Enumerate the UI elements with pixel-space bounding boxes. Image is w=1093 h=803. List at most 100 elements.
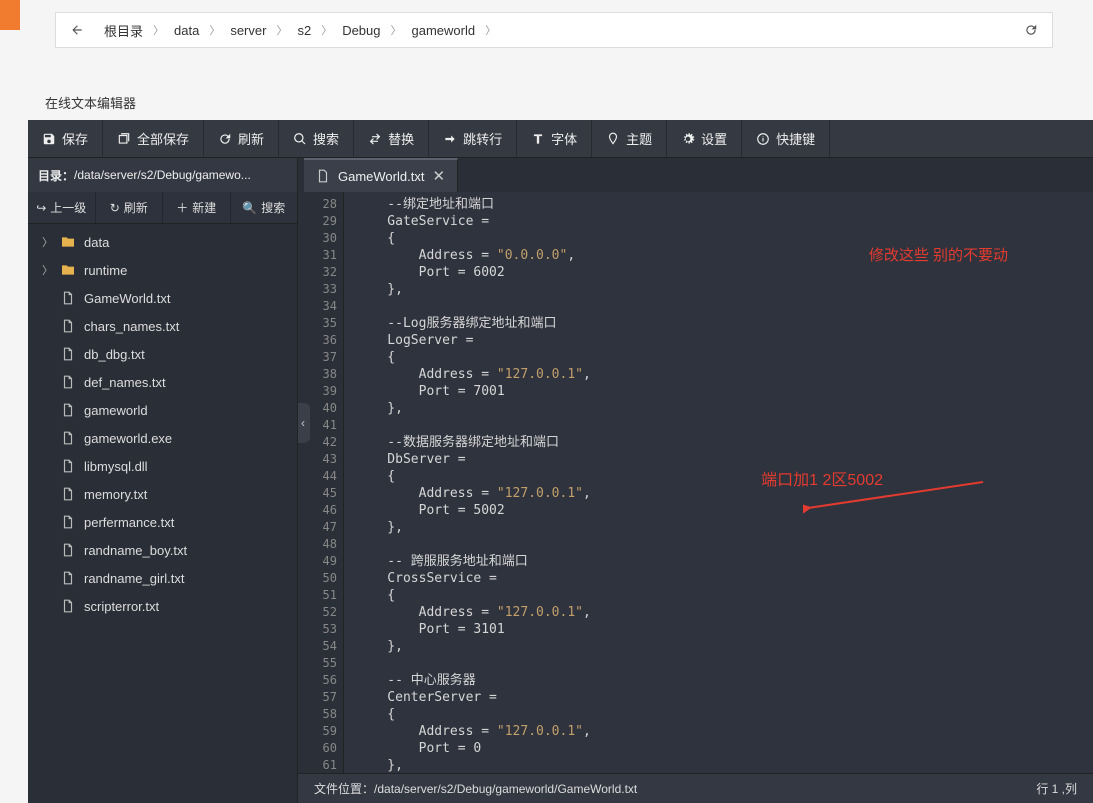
breadcrumb-item[interactable]: 根目录 [98,19,149,42]
tree-file[interactable]: chars_names.txt [28,312,297,340]
font-button[interactable]: 字体 [517,120,592,157]
settings-button[interactable]: 设置 [667,120,742,157]
sidebar-new-button[interactable]: ＋新建 [163,192,231,223]
tree-file[interactable]: gameworld.exe [28,424,297,452]
theme-button[interactable]: 主题 [592,120,667,157]
code-content[interactable]: --绑定地址和端口 GateService = { Address = "0.0… [344,192,1093,773]
tree-folder[interactable]: 〉data [28,228,297,256]
editor-main: GameWorld.txt ✕ ‹ 2829303132333435363738… [298,158,1093,803]
main-toolbar: 保存 全部保存 刷新 搜索 替换 跳转行 字体 主题 [28,120,1093,158]
search-icon: 🔍 [242,201,257,215]
breadcrumb-item[interactable]: s2 [291,21,317,40]
collapse-sidebar-button[interactable]: ‹ [298,403,310,443]
tree-item-label: libmysql.dll [84,459,148,474]
close-icon[interactable]: ✕ [432,167,445,185]
file-icon [60,458,76,474]
file-icon [60,514,76,530]
file-icon [60,570,76,586]
tree-item-label: GameWorld.txt [84,291,170,306]
sidebar-refresh-button[interactable]: ↻刷新 [96,192,164,223]
folder-icon [60,234,76,250]
tab-gameworld[interactable]: GameWorld.txt ✕ [304,158,458,192]
breadcrumb-item[interactable]: data [168,21,205,40]
replace-button[interactable]: 替换 [354,120,429,157]
settings-label: 设置 [701,129,727,148]
tree-item-label: runtime [84,263,127,278]
arrow-left-icon [70,23,84,37]
file-icon [60,486,76,502]
goto-button[interactable]: 跳转行 [429,120,517,157]
save-all-button[interactable]: 全部保存 [103,120,204,157]
chevron-right-icon: 〉 [321,22,332,38]
save-button[interactable]: 保存 [28,120,103,157]
tree-item-label: def_names.txt [84,375,166,390]
replace-label: 替换 [388,129,414,148]
tree-item-label: chars_names.txt [84,319,179,334]
breadcrumb-item[interactable]: gameworld [406,21,482,40]
file-icon [60,542,76,558]
chevron-right-icon: 〉 [42,234,52,250]
code-editor[interactable]: ‹ 28293031323334353637383940414243444546… [298,192,1093,773]
file-icon [60,598,76,614]
tree-item-label: db_dbg.txt [84,347,145,362]
search-button[interactable]: 搜索 [279,120,354,157]
tree-file[interactable]: gameworld [28,396,297,424]
reload-icon [1024,23,1038,37]
font-icon [531,132,545,146]
info-icon [756,132,770,146]
refresh-button[interactable]: 刷新 [204,120,279,157]
editor-title: 在线文本编辑器 [45,93,136,112]
file-icon [60,402,76,418]
save-label: 保存 [62,129,88,148]
file-icon [60,346,76,362]
tree-file[interactable]: def_names.txt [28,368,297,396]
gear-icon [681,132,695,146]
tree-file[interactable]: memory.txt [28,480,297,508]
tree-item-label: randname_girl.txt [84,571,184,586]
chevron-right-icon: 〉 [42,262,52,278]
sidebar-path: 目录：/data/server/s2/Debug/gamewo... [28,158,297,192]
back-button[interactable] [64,18,90,42]
file-icon [60,430,76,446]
file-tree[interactable]: 〉data〉runtimeGameWorld.txtchars_names.tx… [28,224,297,803]
line-gutter: 2829303132333435363738394041424344454647… [298,192,344,773]
status-bar: 文件位置： /data/server/s2/Debug/gameworld/Ga… [298,773,1093,803]
breadcrumb-item[interactable]: server [224,21,272,40]
tree-item-label: gameworld.exe [84,431,172,446]
tree-item-label: perfermance.txt [84,515,174,530]
tree-file[interactable]: perfermance.txt [28,508,297,536]
goto-icon [443,132,457,146]
tree-file[interactable]: libmysql.dll [28,452,297,480]
tree-file[interactable]: randname_boy.txt [28,536,297,564]
refresh-icon [218,132,232,146]
sidebar-dir-path: /data/server/s2/Debug/gamewo... [74,168,251,182]
path-bar: 根目录〉data〉server〉s2〉Debug〉gameworld〉 [55,12,1053,48]
search-icon [293,132,307,146]
sidebar-search-button[interactable]: 🔍搜索 [231,192,298,223]
tree-item-label: memory.txt [84,487,147,502]
save-all-label: 全部保存 [137,129,189,148]
reload-button[interactable] [1018,18,1044,42]
tab-label: GameWorld.txt [338,169,424,184]
tree-file[interactable]: db_dbg.txt [28,340,297,368]
refresh-icon: ↻ [110,201,120,215]
tree-file[interactable]: randname_girl.txt [28,564,297,592]
folder-icon [60,262,76,278]
shortcut-button[interactable]: 快捷键 [742,120,830,157]
goto-label: 跳转行 [463,129,502,148]
file-icon [60,374,76,390]
tree-file[interactable]: scripterror.txt [28,592,297,620]
tree-folder[interactable]: 〉 runtime [28,256,297,284]
chevron-right-icon: 〉 [276,22,287,38]
file-icon [316,169,330,183]
status-position: 行 1 ,列 [1036,780,1077,797]
breadcrumb-item[interactable]: Debug [336,21,386,40]
refresh-label: 刷新 [238,129,264,148]
plus-icon: ＋ [176,199,188,216]
sidebar-up-button[interactable]: ↪上一级 [28,192,96,223]
save-all-icon [117,132,131,146]
shortcut-label: 快捷键 [776,129,815,148]
tab-bar: GameWorld.txt ✕ [298,158,1093,192]
tree-file[interactable]: GameWorld.txt [28,284,297,312]
font-label: 字体 [551,129,577,148]
